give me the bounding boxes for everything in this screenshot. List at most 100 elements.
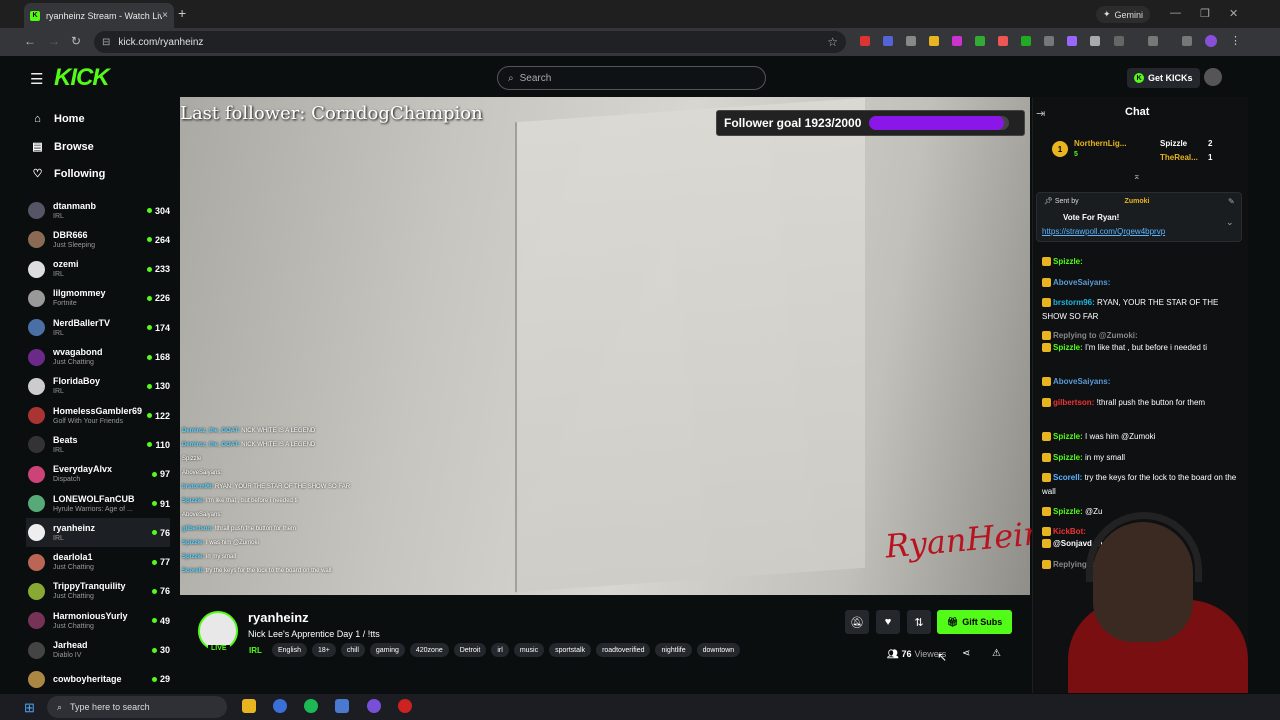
address-bar[interactable]: ⊟ kick.com/ryanheinz ☆ bbox=[94, 31, 846, 53]
menu-icon[interactable] bbox=[1182, 36, 1192, 46]
forward-icon[interactable]: → bbox=[48, 34, 60, 48]
chat-username[interactable]: Spizzle: bbox=[1053, 432, 1083, 441]
sidebar-channel-lonewolfancub[interactable]: LONEWOLFanCUB Hyrule Warriors: Age of ...… bbox=[26, 489, 170, 518]
window-close-icon[interactable]: ✕ bbox=[1229, 7, 1238, 20]
sidebar-channel-nerdballertv[interactable]: NerdBallerTV IRL 174 bbox=[26, 313, 170, 342]
browser-tab[interactable]: K ryanheinz Stream - Watch Live... × bbox=[24, 3, 174, 28]
more-menu-icon[interactable]: ⋮ bbox=[1230, 34, 1241, 47]
profile-avatar[interactable] bbox=[1205, 35, 1217, 47]
extension-icon[interactable] bbox=[998, 36, 1008, 46]
stream-category[interactable]: IRL bbox=[249, 646, 262, 655]
channel-name[interactable]: ryanheinz bbox=[248, 610, 309, 625]
chat-username[interactable]: gilbertson: bbox=[1053, 398, 1094, 407]
file-explorer-icon[interactable] bbox=[242, 699, 256, 713]
extension-icon[interactable] bbox=[1067, 36, 1077, 46]
chat-message[interactable]: gilbertson: !thrall push the button for … bbox=[1042, 396, 1238, 410]
extension-icon[interactable] bbox=[1090, 36, 1100, 46]
pinned-sender[interactable]: Zumoki bbox=[1125, 198, 1150, 205]
chat-message[interactable]: Spizzle: I'm like that , but before i ne… bbox=[1042, 341, 1238, 355]
chrome-icon[interactable] bbox=[273, 699, 287, 713]
chat-username[interactable]: Spizzle: bbox=[1053, 257, 1083, 266]
stream-tag[interactable]: downtown bbox=[696, 643, 741, 657]
kick-logo[interactable]: KICK bbox=[54, 64, 110, 92]
back-icon[interactable]: ← bbox=[24, 34, 36, 48]
share-icon[interactable]: ⋖ bbox=[962, 648, 970, 659]
sidebar-item-home[interactable]: ⌂ Home bbox=[32, 113, 84, 125]
chat-username[interactable]: brstorm96: bbox=[1053, 298, 1095, 307]
sidebar-channel-cowboyheritage[interactable]: cowboyheritage 29 bbox=[26, 665, 170, 694]
gemini-button[interactable]: ✦ Gemini bbox=[1096, 6, 1151, 23]
chevron-down-icon[interactable]: ⌄ bbox=[1226, 217, 1234, 228]
reload-icon[interactable]: ↻ bbox=[71, 34, 81, 48]
sidebar-channel-jarhead[interactable]: Jarhead Diablo IV 30 bbox=[26, 636, 170, 665]
extension-icon[interactable] bbox=[1021, 36, 1031, 46]
tab-close-icon[interactable]: × bbox=[162, 10, 168, 21]
stream-tag[interactable]: sportstalk bbox=[549, 643, 592, 657]
pinned-message-link[interactable]: https://strawpoll.com/Qrgew4bprvp bbox=[1042, 227, 1165, 236]
extensions-puzzle-icon[interactable] bbox=[1114, 36, 1124, 46]
side-panel-icon[interactable] bbox=[1148, 36, 1158, 46]
sort-icon[interactable]: ⇅ bbox=[907, 610, 931, 634]
search-input[interactable]: ⌕ Search bbox=[497, 66, 766, 90]
notifications-off-icon[interactable]: 🔕︎ bbox=[845, 610, 869, 634]
chat-username[interactable]: Scorell: bbox=[1053, 473, 1082, 482]
collapse-chat-icon[interactable]: ⇥ bbox=[1036, 107, 1045, 120]
stream-tag[interactable]: gaming bbox=[369, 643, 405, 657]
follow-heart-icon[interactable]: ♥ bbox=[876, 610, 900, 634]
stream-tag[interactable]: irl bbox=[491, 643, 509, 657]
stream-tag[interactable]: roadtoverified bbox=[596, 643, 651, 657]
chat-message[interactable]: Spizzle: in my small bbox=[1042, 451, 1238, 465]
extension-icon[interactable] bbox=[929, 36, 939, 46]
chat-message[interactable]: Scorell: try the keys for the lock to th… bbox=[1042, 471, 1238, 499]
site-info-icon[interactable]: ⊟ bbox=[102, 37, 110, 48]
stream-tag[interactable]: 18+ bbox=[311, 643, 336, 657]
sidebar-item-browse[interactable]: ▤ Browse bbox=[32, 140, 93, 154]
extension-icon[interactable] bbox=[906, 36, 916, 46]
sidebar-channel-everydayalvx[interactable]: EverydayAlvx Dispatch 97 bbox=[26, 460, 170, 489]
extension-icon[interactable] bbox=[975, 36, 985, 46]
leaderboard-name[interactable]: NorthernLig... bbox=[1074, 139, 1126, 148]
sidebar-channel-floridaboy[interactable]: FloridaBoy IRL 130 bbox=[26, 372, 170, 401]
obs-icon[interactable] bbox=[367, 699, 381, 713]
extension-icon[interactable] bbox=[883, 36, 893, 46]
chat-username[interactable]: AboveSaiyans: bbox=[1053, 377, 1110, 386]
stream-tag[interactable]: nightlife bbox=[655, 643, 692, 657]
taskbar-search[interactable]: ⌕ Type here to search bbox=[47, 696, 227, 718]
sidebar-channel-ryanheinz[interactable]: ryanheinz IRL 76 bbox=[26, 518, 170, 548]
sidebar-channel-harmoniousyurly[interactable]: HarmoniousYurly Just Chatting 49 bbox=[26, 606, 170, 635]
report-warning-icon[interactable]: ⚠ bbox=[992, 648, 1001, 659]
chat-message[interactable]: AboveSaiyans: bbox=[1042, 375, 1238, 389]
chat-message[interactable]: Spizzle: I was him @Zumoki bbox=[1042, 430, 1238, 444]
sidebar-channel-homelessgambler69[interactable]: HomelessGambler69 Golf With Your Friends 1… bbox=[26, 401, 170, 430]
user-avatar[interactable] bbox=[1204, 68, 1222, 86]
gift-subs-button[interactable]: 🎁︎ Gift Subs bbox=[937, 610, 1012, 634]
sidebar-channel-lilgmommey[interactable]: lilgmommey Fortnite 226 bbox=[26, 284, 170, 313]
minimize-icon[interactable]: — bbox=[1170, 7, 1181, 19]
chat-username[interactable]: Replying to @Zumoki: bbox=[1053, 331, 1138, 340]
stream-tag[interactable]: Detroit bbox=[453, 643, 487, 657]
bookmark-star-icon[interactable]: ☆ bbox=[827, 35, 838, 49]
chat-message[interactable]: Spizzle: bbox=[1042, 255, 1238, 269]
sidebar-channel-trippytranquility[interactable]: TrippyTranquility Just Chatting 76 bbox=[26, 577, 170, 606]
extension-icon[interactable] bbox=[952, 36, 962, 46]
stream-tag[interactable]: chill bbox=[340, 643, 365, 657]
sidebar-channel-dearlola1[interactable]: dearlola1 Just Chatting 77 bbox=[26, 548, 170, 577]
new-tab-button[interactable]: + bbox=[178, 5, 186, 21]
get-kicks-button[interactable]: K Get KICKs bbox=[1127, 68, 1200, 88]
windows-start-icon[interactable]: ⊞ bbox=[24, 700, 35, 716]
app-icon[interactable] bbox=[398, 699, 412, 713]
chat-message[interactable]: brstorm96: RYAN, YOUR THE STAR OF THE SH… bbox=[1042, 296, 1238, 324]
sidebar-item-following[interactable]: ♡ Following bbox=[32, 167, 106, 181]
unpin-icon[interactable]: ✎ bbox=[1228, 197, 1235, 206]
extension-icon[interactable] bbox=[860, 36, 870, 46]
chat-username[interactable]: AboveSaiyans: bbox=[1053, 278, 1110, 287]
sidebar-channel-ozemi[interactable]: ozemi IRL 233 bbox=[26, 255, 170, 284]
extension-icon[interactable] bbox=[1044, 36, 1054, 46]
chat-username[interactable]: Spizzle: bbox=[1053, 453, 1083, 462]
leaderboard-name[interactable]: TheReal... bbox=[1160, 153, 1198, 162]
stream-tag[interactable]: 420zone bbox=[409, 643, 449, 657]
sidebar-channel-wvagabond[interactable]: wvagabond Just Chatting 168 bbox=[26, 343, 170, 372]
spotify-icon[interactable] bbox=[304, 699, 318, 713]
stream-tag[interactable]: English bbox=[272, 643, 307, 657]
app-icon[interactable] bbox=[335, 699, 349, 713]
